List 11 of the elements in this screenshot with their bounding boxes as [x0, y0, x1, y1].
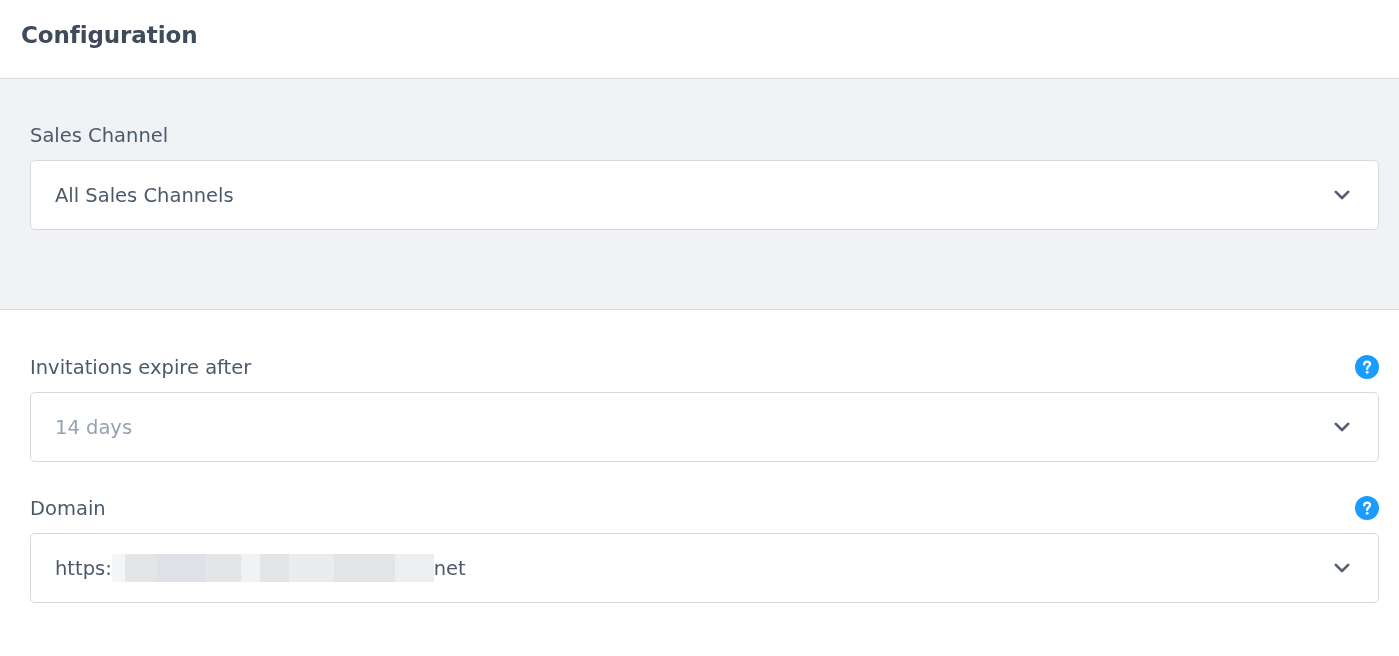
- field-label: Domain: [30, 496, 106, 520]
- page-title: Configuration: [21, 22, 198, 48]
- chevron-down-icon: [1334, 563, 1350, 573]
- help-icon[interactable]: [1355, 355, 1379, 379]
- dropdown-select[interactable]: All Sales Channels: [30, 160, 1379, 230]
- chevron-down-icon: [1334, 190, 1350, 200]
- field-label: Sales Channel: [30, 123, 169, 147]
- dropdown-select[interactable]: https: net: [30, 533, 1379, 603]
- chevron-down-icon: [1334, 422, 1350, 432]
- field-label: Invitations expire after: [30, 355, 252, 379]
- help-icon[interactable]: [1355, 496, 1379, 520]
